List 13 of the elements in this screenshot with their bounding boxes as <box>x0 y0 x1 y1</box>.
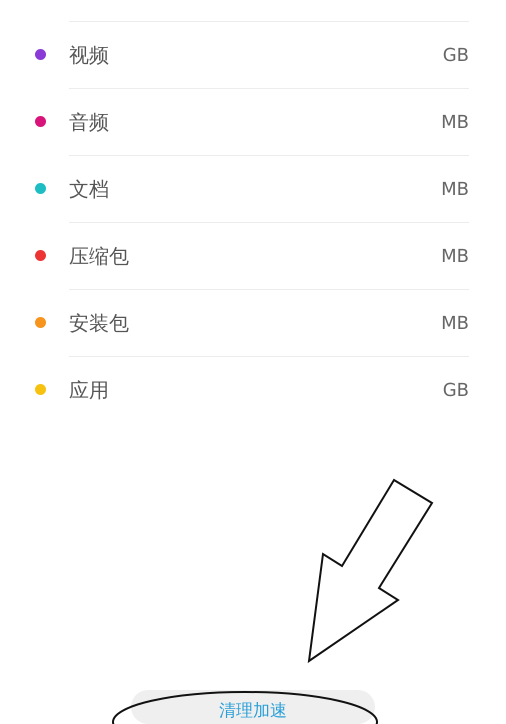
size-unit: MB <box>441 312 469 334</box>
size-unit: MB <box>441 178 469 200</box>
size-unit: MB <box>441 112 469 132</box>
size-unit: GB <box>442 380 469 400</box>
category-label: 文档 <box>69 176 109 202</box>
category-label: 视频 <box>69 42 109 68</box>
clean-button[interactable]: 清理加速 <box>131 690 375 724</box>
size-unit: MB <box>441 246 469 266</box>
category-label: 压缩包 <box>69 242 129 270</box>
category-label: 音频 <box>69 108 109 136</box>
category-label: 应用 <box>69 376 109 404</box>
category-label: 安装包 <box>69 310 129 336</box>
size-unit: GB <box>442 44 469 66</box>
